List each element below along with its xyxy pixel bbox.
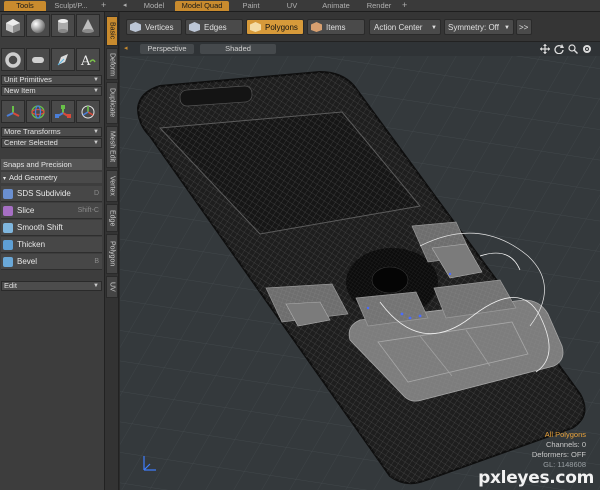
more-tools-button[interactable]: >> [516,19,532,35]
new-item-dropdown[interactable]: New Item ▼ [1,86,102,96]
tab-animate[interactable]: Animate [314,1,358,11]
torus-primitive-icon[interactable] [1,48,25,71]
polygons-cube-icon [250,22,261,32]
selection-mode-toolbar: Vertices Edges Polygons Items Action Cen… [120,12,600,42]
watermark-logo: pxleyes.com [478,468,594,488]
deformers-status-label: Deformers: OFF [531,450,586,459]
zoom-view-icon[interactable] [568,44,578,54]
add-layout-tab-icon[interactable]: + [402,0,407,11]
shading-dropdown[interactable]: Shaded [200,44,276,54]
rotate-gizmo-icon[interactable] [26,100,50,123]
vtab-duplicate[interactable]: Duplicate [106,82,118,124]
bevel-icon [3,257,13,267]
thicken-button[interactable]: Thicken [1,237,102,253]
smooth-shift-button[interactable]: Smooth Shift [1,220,102,236]
items-mode-button[interactable]: Items [307,19,365,35]
viewport-header: ◂ Perspective Shaded [120,42,600,56]
3d-viewport[interactable]: All Polygons Channels: 0 Deformers: OFF … [120,56,600,490]
transform-icons-row [1,100,104,123]
smooth-shift-icon [3,223,13,233]
collapse-arrow-icon: ▾ [3,176,7,182]
top-tab-bar: Tools Sculpt/P... + ◂ Model Model Quad P… [0,0,600,12]
tab-tools[interactable]: Tools [4,1,46,11]
vtab-edge[interactable]: Edge [106,204,118,232]
snaps-precision-button[interactable]: Snaps and Precision [1,159,102,170]
more-transforms-dropdown[interactable]: More Transforms ▼ [1,127,102,137]
thicken-icon [3,240,13,250]
slice-button[interactable]: Slice Shift-C [1,203,102,219]
sphere-primitive-icon[interactable] [26,14,50,37]
phone-mesh-render [120,56,600,490]
edges-mode-button[interactable]: Edges [185,19,243,35]
move-gizmo-icon[interactable] [1,100,25,123]
scale-gizmo-icon[interactable] [51,100,75,123]
polygons-mode-button[interactable]: Polygons [246,19,304,35]
tab-model[interactable]: Model [136,1,172,11]
tab-uv[interactable]: UV [272,1,312,11]
viewport-options-icon[interactable] [582,44,592,54]
selection-status-label: All Polygons [544,430,586,439]
pen-tool-icon[interactable] [51,48,75,71]
items-cube-icon [311,22,322,32]
vtab-deform[interactable]: Deform [106,48,118,80]
add-geometry-header[interactable]: ▾ Add Geometry [1,172,102,183]
channels-count-label: Channels: 0 [545,440,586,449]
add-tab-icon[interactable]: + [101,0,106,11]
vertices-cube-icon [130,22,141,32]
sds-subdivide-button[interactable]: SDS Subdivide D [1,186,102,202]
cube-primitive-icon[interactable] [1,14,25,37]
cylinder-primitive-icon[interactable] [51,14,75,37]
capsule-primitive-icon[interactable] [26,48,50,71]
symmetry-dropdown[interactable]: Symmetry: Off ▼ [444,19,514,35]
transform-gizmo-icon[interactable] [76,100,100,123]
cone-primitive-icon[interactable] [76,14,100,37]
vtab-polygon[interactable]: Polygon [106,234,118,274]
primitive-icons-row [1,14,104,37]
edit-dropdown[interactable]: Edit ▼ [1,281,102,291]
unit-primitives-dropdown[interactable]: Unit Primitives ▼ [1,75,102,85]
tab-paint[interactable]: Paint [233,1,269,11]
action-center-dropdown[interactable]: Action Center ▼ [369,19,441,35]
projection-dropdown[interactable]: Perspective [140,44,194,54]
vtab-mesh-edit[interactable]: Mesh Edit [106,126,118,168]
slice-icon [3,206,13,216]
viewport-menu-arrow-icon[interactable]: ◂ [124,44,128,52]
bevel-button[interactable]: Bevel B [1,254,102,270]
vtab-vertex[interactable]: Vertex [106,170,118,202]
edges-cube-icon [189,22,200,32]
rotate-view-icon[interactable] [554,44,564,54]
tab-render[interactable]: Render [360,1,398,11]
tab-model-quad[interactable]: Model Quad [175,1,229,11]
vtab-uv[interactable]: UV [106,276,118,298]
tool-panel: A Unit Primitives ▼ New Item ▼ More Transf… [0,12,104,490]
tab-sculpt[interactable]: Sculpt/P... [48,1,94,11]
pan-view-icon[interactable] [540,44,550,54]
vtab-basic[interactable]: Basic [106,16,118,46]
vertices-mode-button[interactable]: Vertices [126,19,182,35]
sds-subdivide-icon [3,189,13,199]
text-tool-icon[interactable]: A [76,48,100,71]
center-selected-dropdown[interactable]: Center Selected ▼ [1,138,102,148]
vertical-tab-strip: Basic Deform Duplicate Mesh Edit Vertex … [104,12,119,490]
svg-text:A: A [80,54,91,68]
tab-menu-icon[interactable]: ◂ [123,0,127,11]
primitive-icons-row-2: A [1,48,104,71]
